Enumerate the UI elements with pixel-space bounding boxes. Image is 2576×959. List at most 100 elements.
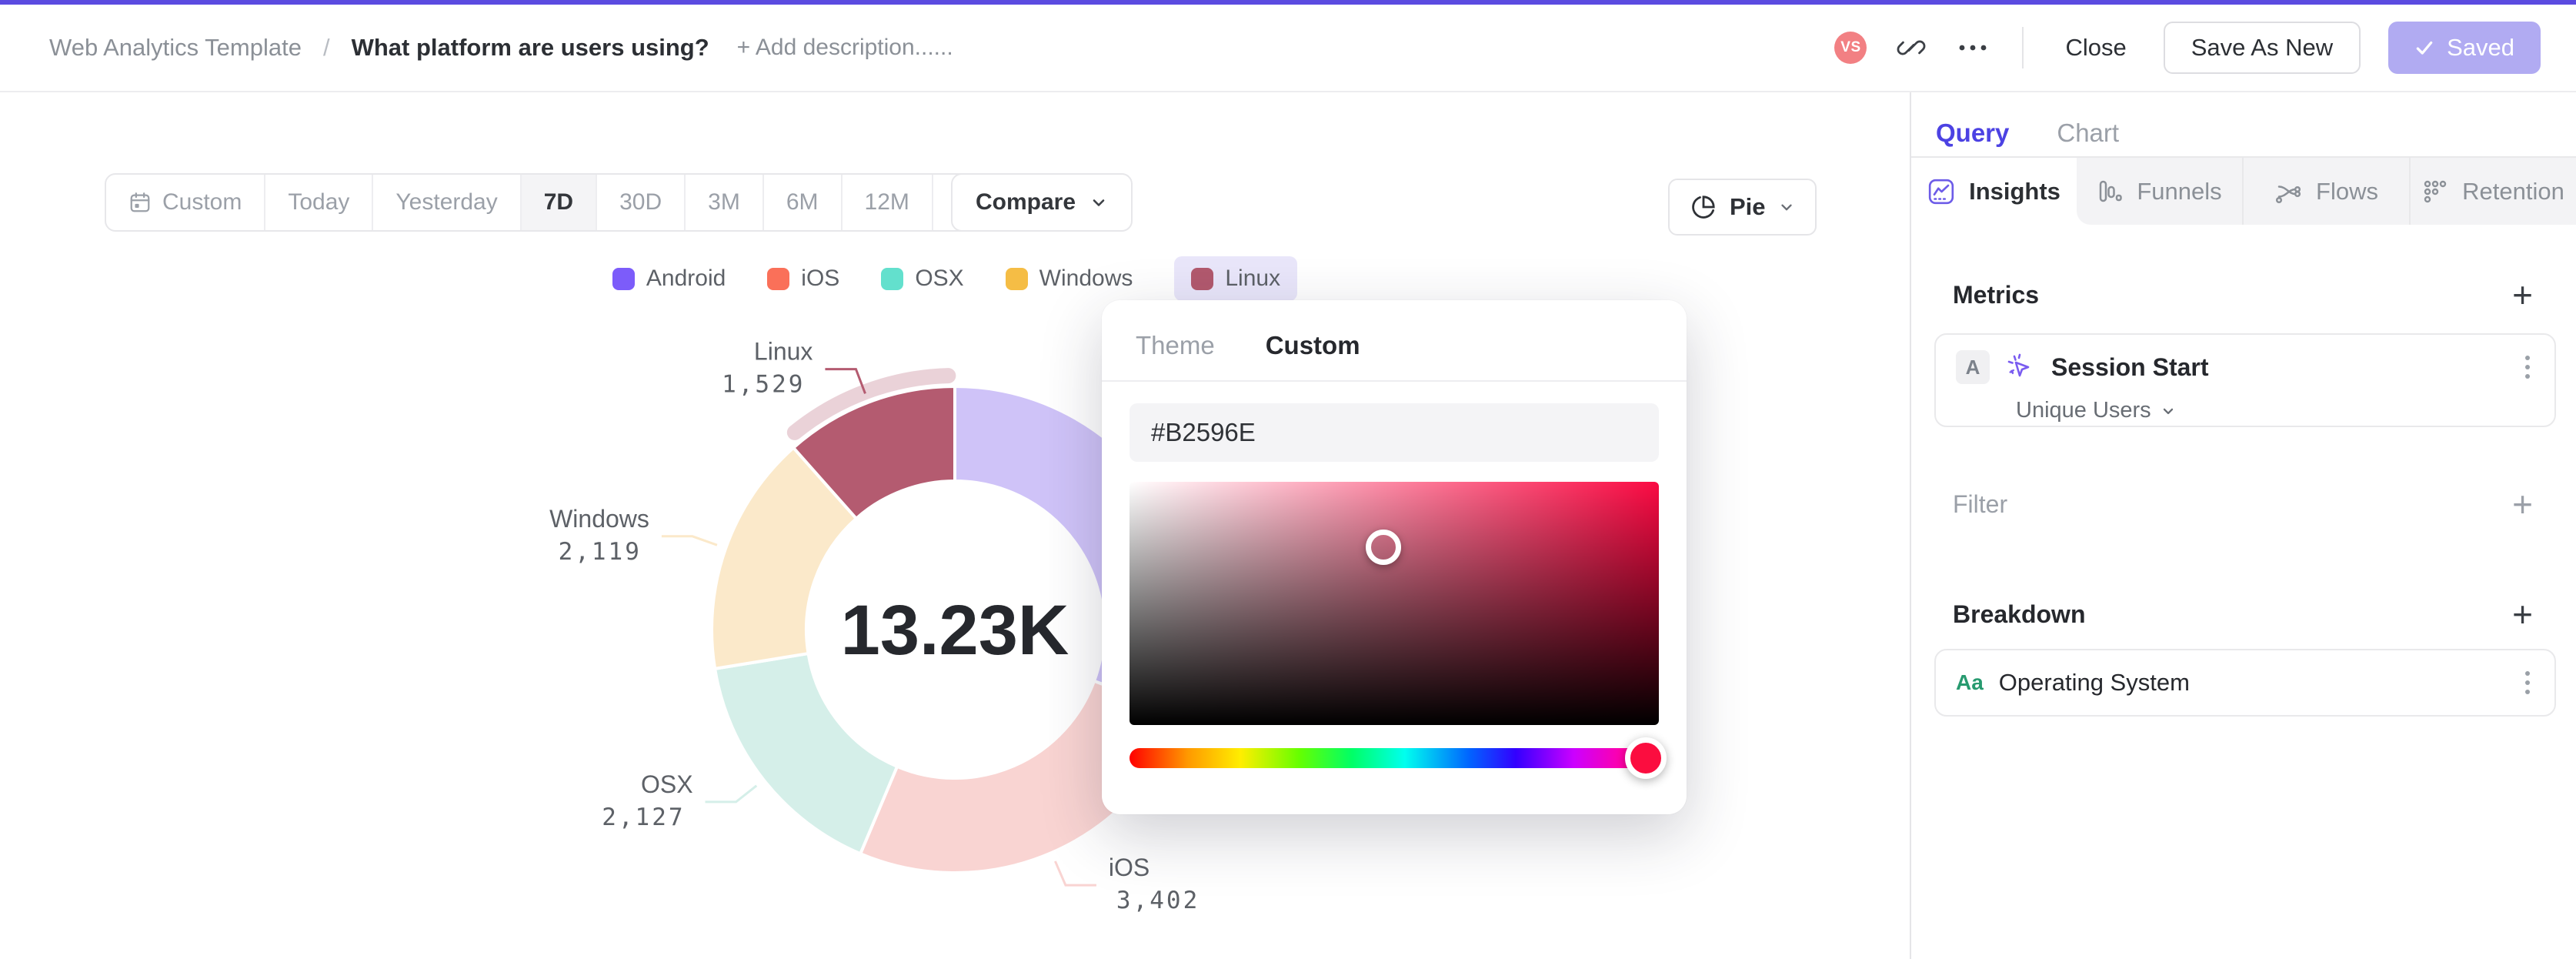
legend-item-windows[interactable]: Windows	[1005, 256, 1133, 301]
save-as-new-button[interactable]: Save As New	[2163, 22, 2361, 74]
tab-query[interactable]: Query	[1934, 109, 2011, 175]
metric-card[interactable]: A Session Start Unique Users	[1934, 333, 2556, 427]
breakdown-property-name: Operating System	[1998, 669, 2190, 696]
picker-divider	[1102, 380, 1687, 382]
pie-value-ios: 3,402	[1116, 887, 1200, 914]
legend-item-linux[interactable]: Linux	[1174, 256, 1298, 301]
hue-slider[interactable]	[1130, 737, 1667, 779]
share-link-button[interactable]	[1894, 31, 1928, 65]
metrics-section-header: Metrics +	[1953, 277, 2533, 312]
breadcrumb-root[interactable]: Web Analytics Template	[49, 34, 302, 62]
date-range-6m[interactable]: 6M	[762, 175, 841, 230]
subtab-insights[interactable]: Insights	[1911, 158, 2077, 225]
tab-chart[interactable]: Chart	[2057, 109, 2119, 156]
pie-label-ios: iOS	[1109, 854, 1150, 881]
metrics-title: Metrics	[1953, 280, 2040, 309]
date-range-label: Custom	[162, 189, 242, 215]
subtab-funnels[interactable]: Funnels	[2077, 158, 2242, 225]
string-property-icon: Aa	[1956, 670, 1984, 694]
label-leader-line	[705, 784, 758, 804]
legend-item-android[interactable]: Android	[612, 256, 726, 301]
date-range-label: 7D	[543, 189, 574, 215]
pie-slice-osx[interactable]	[713, 652, 899, 856]
header: Web Analytics Template / What platform a…	[0, 5, 2576, 92]
breakdown-section-header: Breakdown +	[1953, 596, 2533, 632]
date-range-label: Yesterday	[395, 189, 498, 215]
add-breakdown-button[interactable]: +	[2512, 596, 2533, 632]
date-range-today[interactable]: Today	[264, 175, 372, 230]
legend-item-ios[interactable]: iOS	[767, 256, 839, 301]
compare-button[interactable]: Compare	[951, 173, 1133, 232]
aggregation-dropdown[interactable]: Unique Users	[2016, 398, 2534, 423]
color-cursor[interactable]	[1366, 530, 1402, 566]
add-metric-button[interactable]: +	[2512, 277, 2533, 312]
label-leader-line	[1054, 860, 1096, 887]
legend-swatch	[612, 267, 635, 290]
breakdown-options-kebab[interactable]	[2521, 667, 2534, 699]
pie-label-osx: OSX	[641, 770, 693, 798]
color-picker-tabs: Theme Custom	[1130, 320, 1659, 360]
metric-options-kebab[interactable]	[2521, 351, 2534, 383]
donut-center-total: 13.23K	[841, 591, 1069, 670]
tab-custom[interactable]: Custom	[1266, 331, 1360, 360]
subtab-retention[interactable]: Retention	[2409, 158, 2576, 225]
legend-swatch	[767, 267, 790, 290]
pie-value-linux: 1,529	[722, 371, 805, 399]
breakdown-title: Breakdown	[1953, 600, 2086, 628]
subtab-flows[interactable]: Flows	[2242, 158, 2409, 225]
date-range-label: 6M	[786, 189, 819, 215]
add-filter-button[interactable]: +	[2512, 486, 2533, 522]
close-button[interactable]: Close	[2056, 34, 2135, 62]
hex-color-input[interactable]: #B2596E	[1130, 403, 1659, 462]
date-range-label: Today	[288, 189, 350, 215]
legend-label: iOS	[801, 266, 840, 291]
event-spark-icon	[2007, 353, 2030, 377]
saved-button-label: Saved	[2447, 34, 2514, 61]
legend-swatch	[881, 267, 904, 290]
header-divider	[2022, 27, 2024, 68]
date-range-30d[interactable]: 30D	[596, 175, 684, 230]
date-range-control: CustomTodayYesterday7D30D3M6M12MXTD	[105, 173, 1053, 232]
legend-item-osx[interactable]: OSX	[881, 256, 964, 301]
legend-swatch	[1191, 267, 1214, 290]
funnels-icon	[2097, 179, 2123, 205]
more-options-button[interactable]	[1956, 31, 1990, 65]
legend-label: Android	[646, 266, 726, 291]
date-range-yesterday[interactable]: Yesterday	[372, 175, 519, 230]
saturation-value-area[interactable]	[1130, 482, 1659, 725]
tab-chart-label: Chart	[2057, 118, 2120, 147]
subtab-label: Insights	[1969, 177, 2060, 205]
pie-chart-icon	[1692, 195, 1715, 219]
tab-theme[interactable]: Theme	[1136, 331, 1215, 360]
avatar[interactable]: VS	[1834, 32, 1867, 64]
pie-value-windows: 2,119	[559, 538, 642, 566]
page-title[interactable]: What platform are users using?	[352, 34, 709, 62]
date-range-label: 30D	[619, 189, 662, 215]
date-range-label: 12M	[864, 189, 909, 215]
subtab-label: Funnels	[2137, 177, 2222, 205]
ellipsis-icon	[1960, 45, 1987, 51]
subtab-label: Flows	[2316, 177, 2378, 205]
metric-name: Session Start	[2051, 353, 2209, 381]
date-range-label: 3M	[708, 189, 740, 215]
date-range-7d[interactable]: 7D	[519, 175, 596, 230]
date-range-12m[interactable]: 12M	[840, 175, 932, 230]
saved-button[interactable]: Saved	[2388, 22, 2541, 74]
chart-type-label: Pie	[1730, 193, 1766, 220]
sidebar-tabs: Query Chart	[1911, 92, 2576, 175]
chevron-down-icon	[1780, 204, 1792, 211]
filter-title: Filter	[1953, 490, 2008, 518]
hue-slider-handle[interactable]	[1625, 737, 1667, 779]
date-range-3m[interactable]: 3M	[684, 175, 762, 230]
subtab-label: Retention	[2462, 177, 2564, 205]
add-description-link[interactable]: + Add description......	[737, 35, 953, 61]
app-root: Web Analytics Template / What platform a…	[0, 0, 2576, 959]
chart-type-button[interactable]: Pie	[1668, 179, 1817, 236]
compare-label: Compare	[976, 189, 1076, 215]
breakdown-card[interactable]: Aa Operating System	[1934, 649, 2556, 717]
query-sidebar: Query Chart Insights Funnels Flows Retentio…	[1910, 92, 2576, 959]
label-leader-line	[661, 535, 718, 546]
check-icon	[2416, 41, 2433, 55]
header-actions: VS Close Save As New Saved	[1834, 22, 2541, 74]
date-range-custom[interactable]: Custom	[106, 175, 264, 230]
